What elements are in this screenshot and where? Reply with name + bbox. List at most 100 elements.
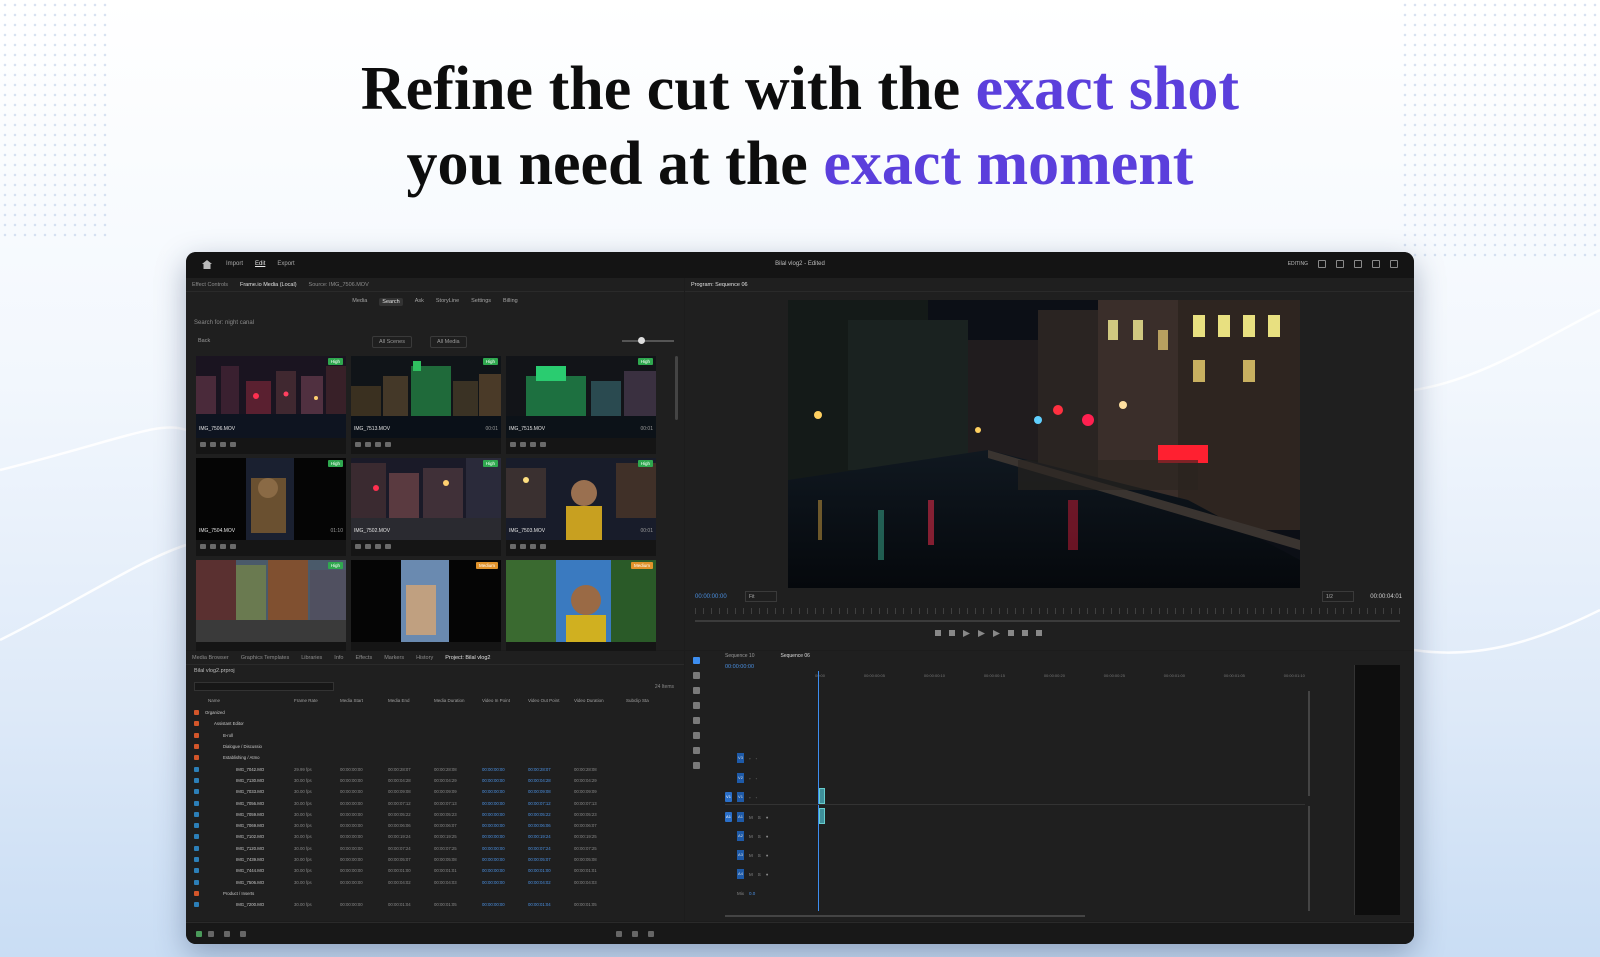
timeline-horizontal-scrollbar[interactable] bbox=[725, 915, 1085, 917]
solo-icon[interactable]: S bbox=[758, 853, 761, 858]
audio-tracks-scrollbar[interactable] bbox=[1308, 806, 1310, 911]
add-icon[interactable] bbox=[200, 544, 206, 549]
column-header[interactable]: Video In Point bbox=[482, 698, 528, 703]
project-clip-row[interactable]: IMG_7069.MO 30.00 fps 00:00:00:00 00:00:06:… bbox=[194, 820, 674, 831]
eye-icon[interactable]: ◦ bbox=[756, 756, 758, 761]
mark-icon[interactable] bbox=[530, 442, 536, 447]
eye-icon[interactable]: ◦ bbox=[756, 776, 758, 781]
hand-icon[interactable] bbox=[693, 747, 700, 754]
tab-program[interactable]: Program: Sequence 06 bbox=[691, 282, 748, 288]
column-header[interactable]: Video Out Point bbox=[528, 698, 574, 703]
add-icon[interactable] bbox=[355, 442, 361, 447]
project-folder-row[interactable]: Organized bbox=[194, 707, 674, 718]
label-color-swatch[interactable] bbox=[194, 879, 199, 885]
new-item-icon[interactable] bbox=[632, 931, 638, 937]
lock-icon[interactable]: ▫ bbox=[749, 795, 751, 800]
project-clip-row[interactable]: IMG_7120.MO 30.00 fps 00:00:00:00 00:00:07:… bbox=[194, 843, 674, 854]
program-timecode[interactable]: 00:00:00:00 bbox=[695, 594, 727, 600]
timeline-timecode[interactable]: 00:00:00:00 bbox=[725, 664, 754, 670]
tab-history[interactable]: History bbox=[416, 655, 433, 661]
step-back-icon[interactable] bbox=[963, 630, 970, 637]
project-folder-row[interactable]: Dialogue / Discussio bbox=[194, 741, 674, 752]
more-icon[interactable] bbox=[385, 544, 391, 549]
mark-icon[interactable] bbox=[220, 544, 226, 549]
label-color-swatch[interactable] bbox=[194, 732, 199, 738]
eye-icon[interactable]: ◦ bbox=[756, 795, 758, 800]
tab-graphics-templates[interactable]: Graphics Templates bbox=[241, 655, 290, 661]
column-header[interactable]: Media Start bbox=[340, 698, 388, 703]
add-icon[interactable] bbox=[510, 544, 516, 549]
track-label[interactable]: V2 bbox=[737, 773, 744, 783]
thumbnail-size-slider[interactable] bbox=[622, 337, 674, 344]
label-color-swatch[interactable] bbox=[194, 868, 199, 874]
add-icon[interactable] bbox=[355, 544, 361, 549]
tab-sequence-06[interactable]: Sequence 06 bbox=[780, 653, 809, 659]
label-color-swatch[interactable] bbox=[194, 811, 199, 817]
timeline-ruler[interactable]: 00:00 00:00:00:05 00:00:00:10 00:00:00:1… bbox=[815, 673, 1305, 678]
project-search-input[interactable] bbox=[194, 682, 334, 691]
project-clip-row[interactable]: IMG_7444.MO 30.00 fps 00:00:00:00 00:00:01:… bbox=[194, 865, 674, 876]
preview-icon[interactable] bbox=[365, 442, 371, 447]
delete-icon[interactable] bbox=[648, 931, 654, 937]
mark-icon[interactable] bbox=[530, 544, 536, 549]
label-color-swatch[interactable] bbox=[194, 800, 199, 806]
column-header[interactable]: Subclip Sta bbox=[626, 698, 666, 703]
mic-icon[interactable]: ● bbox=[766, 853, 769, 858]
lock-icon[interactable]: ▫ bbox=[749, 756, 751, 761]
step-forward-icon[interactable] bbox=[993, 630, 1000, 637]
project-folder-row[interactable]: Establishing / Atmo bbox=[194, 752, 674, 763]
column-header[interactable]: Video Duration bbox=[574, 698, 626, 703]
mix-value[interactable]: 0.0 bbox=[749, 891, 755, 896]
mark-in-icon[interactable] bbox=[935, 630, 941, 636]
project-clip-row[interactable]: IMG_7439.MO 30.00 fps 00:00:00:00 00:00:05:… bbox=[194, 854, 674, 865]
source-patch-v1[interactable]: V1 bbox=[725, 792, 732, 802]
project-clip-row[interactable]: IMG_7506.MO 30.00 fps 00:00:00:00 00:00:04:… bbox=[194, 876, 674, 887]
project-clip-row[interactable]: IMG_7130.MO 30.00 fps 00:00:00:00 00:00:04:… bbox=[194, 775, 674, 786]
track-label[interactable]: A1 bbox=[737, 812, 744, 822]
zoom-fit-dropdown[interactable]: Fit bbox=[745, 591, 777, 602]
tab-media-browser[interactable]: Media Browser bbox=[192, 655, 229, 661]
project-clip-row[interactable]: IMG_7059.MO 30.00 fps 00:00:00:00 00:00:05:… bbox=[194, 809, 674, 820]
tool-storyline[interactable]: StoryLine bbox=[436, 298, 459, 306]
column-header[interactable]: Name bbox=[194, 698, 294, 703]
more-icon[interactable] bbox=[230, 442, 236, 447]
freeform-view-icon[interactable] bbox=[240, 931, 246, 937]
share-icon[interactable] bbox=[1336, 260, 1344, 268]
preview-icon[interactable] bbox=[210, 544, 216, 549]
label-color-swatch[interactable] bbox=[194, 902, 199, 908]
label-color-swatch[interactable] bbox=[194, 777, 199, 783]
video-tracks-scrollbar[interactable] bbox=[1308, 691, 1310, 796]
project-clip-row[interactable]: IMG_7200.MO 30.00 fps 00:00:00:00 00:00:01:… bbox=[194, 899, 674, 910]
tab-project[interactable]: Project: Bilal vlog2 bbox=[445, 655, 490, 661]
project-folder-row[interactable]: Assistant Editor bbox=[194, 718, 674, 729]
timeline-clip-video[interactable] bbox=[819, 788, 825, 804]
list-view-icon[interactable] bbox=[208, 931, 214, 937]
more-icon[interactable] bbox=[385, 442, 391, 447]
program-scrub-bar[interactable] bbox=[695, 620, 1400, 622]
program-time-ruler[interactable] bbox=[695, 608, 1400, 614]
label-color-swatch[interactable] bbox=[194, 823, 199, 829]
clip-thumbnail[interactable]: Medium bbox=[506, 560, 656, 658]
insert-icon[interactable] bbox=[1008, 630, 1014, 636]
pen-icon[interactable] bbox=[693, 732, 700, 739]
tab-frameio-media[interactable]: Frame.io Media (Local) bbox=[240, 282, 297, 288]
export-frame-icon[interactable] bbox=[1036, 630, 1042, 636]
solo-icon[interactable]: S bbox=[758, 834, 761, 839]
source-patch-a1[interactable]: A1 bbox=[725, 812, 732, 822]
track-select-icon[interactable] bbox=[693, 672, 700, 679]
media-filter-dropdown[interactable]: All Media bbox=[430, 336, 467, 348]
project-clip-row[interactable]: IMG_7033.MO 30.00 fps 00:00:00:00 00:00:09:… bbox=[194, 786, 674, 797]
label-color-swatch[interactable] bbox=[194, 789, 199, 795]
add-icon[interactable] bbox=[510, 442, 516, 447]
mute-icon[interactable]: M bbox=[749, 834, 753, 839]
column-header[interactable]: Media End bbox=[388, 698, 434, 703]
mark-icon[interactable] bbox=[375, 442, 381, 447]
mute-icon[interactable]: M bbox=[749, 872, 753, 877]
project-clip-row[interactable]: IMG_7042.MO 29.99 fps 00:00:00:00 00:00:28:… bbox=[194, 763, 674, 774]
razor-icon[interactable] bbox=[693, 702, 700, 709]
label-color-swatch[interactable] bbox=[194, 857, 199, 862]
track-label[interactable]: A3 bbox=[737, 850, 744, 860]
track-label[interactable]: V1 bbox=[737, 792, 744, 802]
project-clip-row[interactable]: IMG_7056.MO 30.00 fps 00:00:00:00 00:00:07:… bbox=[194, 797, 674, 808]
track-label[interactable]: V3 bbox=[737, 753, 744, 763]
